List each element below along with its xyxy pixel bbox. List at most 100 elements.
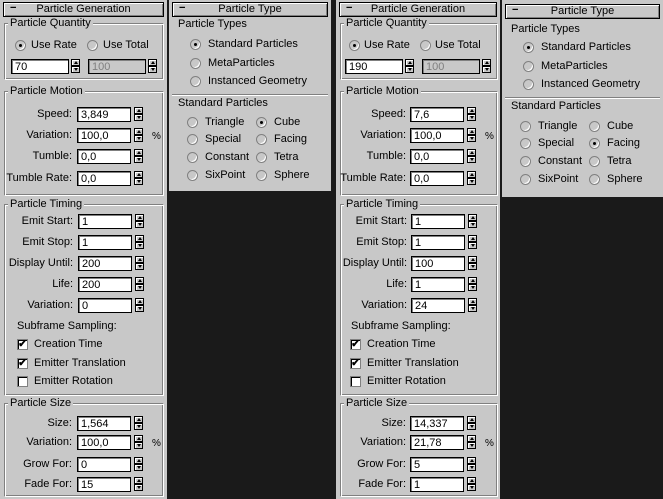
standard-particles-label: Standard Particles bbox=[208, 38, 298, 50]
standard-particles-radio[interactable] bbox=[190, 39, 201, 50]
spinner-icon[interactable] bbox=[467, 416, 476, 431]
emit-start-input[interactable]: 1 bbox=[78, 214, 132, 229]
spinner-icon[interactable] bbox=[468, 277, 477, 292]
speed-input[interactable]: 3,849 bbox=[77, 107, 131, 122]
metaparticles-radio[interactable] bbox=[523, 61, 534, 72]
sphere-radio[interactable] bbox=[589, 174, 600, 185]
spinner-icon[interactable] bbox=[467, 107, 476, 122]
life-input[interactable]: 1 bbox=[411, 277, 465, 292]
tetra-radio[interactable] bbox=[256, 152, 267, 163]
variation-input[interactable]: 100,0 bbox=[77, 128, 131, 143]
total-input[interactable]: 100 bbox=[88, 59, 146, 74]
sphere-radio[interactable] bbox=[256, 170, 267, 181]
constant-label: Constant bbox=[538, 155, 583, 167]
emitter-translation-checkbox[interactable]: ✔ bbox=[17, 358, 28, 369]
triangle-radio[interactable] bbox=[187, 117, 198, 128]
total-input[interactable]: 100 bbox=[422, 59, 480, 74]
spinner-icon[interactable] bbox=[134, 435, 143, 450]
display-until-input[interactable]: 100 bbox=[411, 256, 465, 271]
triangle-radio[interactable] bbox=[520, 121, 531, 132]
constant-radio[interactable] bbox=[520, 156, 531, 167]
spinner-icon[interactable] bbox=[468, 235, 477, 250]
fade-for-input[interactable]: 1 bbox=[410, 477, 464, 492]
tumble-input[interactable]: 0,0 bbox=[77, 149, 131, 164]
grow-for-input[interactable]: 5 bbox=[410, 457, 464, 472]
emit-stop-input[interactable]: 1 bbox=[78, 235, 132, 250]
use-rate-radio[interactable] bbox=[15, 40, 26, 51]
spinner-icon[interactable] bbox=[134, 416, 143, 431]
spinner-icon[interactable] bbox=[467, 171, 476, 186]
cube-radio[interactable] bbox=[589, 121, 600, 132]
spinner-icon[interactable] bbox=[467, 128, 476, 143]
left-generation-rollout-header[interactable]: − Particle Generation bbox=[3, 2, 164, 17]
variation-input[interactable]: 100,0 bbox=[410, 128, 464, 143]
spinner-icon[interactable] bbox=[134, 477, 143, 492]
size-input[interactable]: 1,564 bbox=[77, 416, 131, 431]
tumble-input[interactable]: 0,0 bbox=[410, 149, 464, 164]
cube-radio[interactable] bbox=[256, 117, 267, 128]
spinner-icon[interactable] bbox=[135, 256, 144, 271]
size-input[interactable]: 14,337 bbox=[410, 416, 464, 431]
spinner-icon[interactable] bbox=[405, 59, 414, 74]
emitter-rotation-checkbox[interactable] bbox=[17, 376, 28, 387]
life-input[interactable]: 200 bbox=[78, 277, 132, 292]
spinner-icon[interactable] bbox=[135, 298, 144, 313]
size-variation-input[interactable]: 21,78 bbox=[410, 435, 464, 450]
use-total-radio[interactable] bbox=[87, 40, 98, 51]
metaparticles-radio[interactable] bbox=[190, 58, 201, 69]
spinner-icon[interactable] bbox=[135, 214, 144, 229]
creation-time-checkbox[interactable]: ✔ bbox=[350, 339, 361, 350]
spinner-icon[interactable] bbox=[468, 256, 477, 271]
rate-input[interactable]: 70 bbox=[11, 59, 69, 74]
spinner-icon[interactable] bbox=[134, 149, 143, 164]
use-rate-radio[interactable] bbox=[349, 40, 360, 51]
spinner-icon[interactable] bbox=[482, 59, 491, 74]
spinner-icon[interactable] bbox=[468, 298, 477, 313]
constant-radio[interactable] bbox=[187, 152, 198, 163]
left-type-rollout-header[interactable]: − Particle Type bbox=[172, 2, 328, 17]
use-total-radio[interactable] bbox=[420, 40, 431, 51]
standard-particles-radio[interactable] bbox=[523, 42, 534, 53]
spinner-icon[interactable] bbox=[71, 59, 80, 74]
emit-stop-input[interactable]: 1 bbox=[411, 235, 465, 250]
spinner-icon[interactable] bbox=[134, 171, 143, 186]
spinner-icon[interactable] bbox=[148, 59, 157, 74]
instanced-geometry-radio[interactable] bbox=[523, 79, 534, 90]
tumble-rate-input[interactable]: 0,0 bbox=[410, 171, 464, 186]
facing-radio[interactable] bbox=[589, 138, 600, 149]
spinner-icon[interactable] bbox=[134, 107, 143, 122]
timing-variation-input[interactable]: 24 bbox=[411, 298, 465, 313]
timing-variation-input[interactable]: 0 bbox=[78, 298, 132, 313]
emit-start-input[interactable]: 1 bbox=[411, 214, 465, 229]
spinner-icon[interactable] bbox=[467, 435, 476, 450]
right-generation-rollout-header[interactable]: − Particle Generation bbox=[339, 2, 497, 17]
sixpoint-radio[interactable] bbox=[520, 174, 531, 185]
spinner-icon[interactable] bbox=[134, 128, 143, 143]
display-until-input[interactable]: 200 bbox=[78, 256, 132, 271]
speed-input[interactable]: 7,6 bbox=[410, 107, 464, 122]
spinner-icon[interactable] bbox=[135, 235, 144, 250]
left-generation-panel: − Particle Generation Particle Quantity … bbox=[0, 0, 167, 499]
size-variation-input[interactable]: 100,0 bbox=[77, 435, 131, 450]
spinner-icon[interactable] bbox=[468, 214, 477, 229]
emitter-rotation-checkbox[interactable] bbox=[350, 376, 361, 387]
emitter-translation-checkbox[interactable]: ✔ bbox=[350, 358, 361, 369]
facing-radio[interactable] bbox=[256, 134, 267, 145]
spinner-icon[interactable] bbox=[467, 149, 476, 164]
tetra-radio[interactable] bbox=[589, 156, 600, 167]
creation-time-checkbox[interactable]: ✔ bbox=[17, 339, 28, 350]
rate-input[interactable]: 190 bbox=[345, 59, 403, 74]
right-type-rollout-header[interactable]: − Particle Type bbox=[505, 4, 660, 19]
grow-for-input[interactable]: 0 bbox=[77, 457, 131, 472]
fade-for-input[interactable]: 15 bbox=[77, 477, 131, 492]
special-radio[interactable] bbox=[187, 134, 198, 145]
tumble-rate-input[interactable]: 0,0 bbox=[77, 171, 131, 186]
sixpoint-radio[interactable] bbox=[187, 170, 198, 181]
spinner-icon[interactable] bbox=[467, 477, 476, 492]
spinner-icon[interactable] bbox=[134, 457, 143, 472]
size-variation-label: Variation: bbox=[26, 436, 72, 448]
instanced-geometry-radio[interactable] bbox=[190, 76, 201, 87]
special-radio[interactable] bbox=[520, 138, 531, 149]
spinner-icon[interactable] bbox=[467, 457, 476, 472]
spinner-icon[interactable] bbox=[135, 277, 144, 292]
